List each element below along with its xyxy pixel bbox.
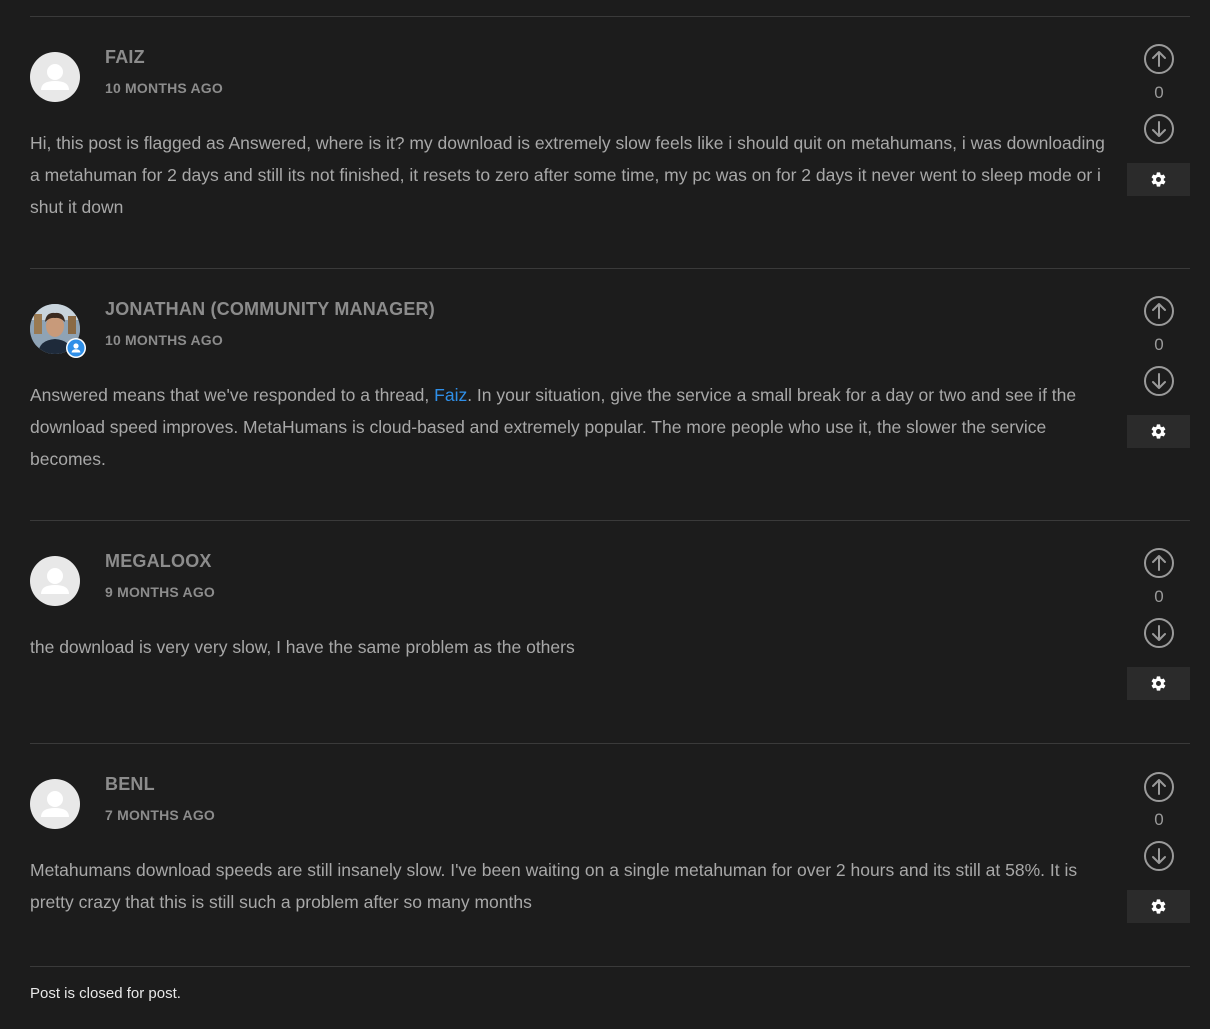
comment-options-button[interactable] [1127, 163, 1190, 196]
default-user-icon[interactable] [30, 556, 80, 606]
comment-body: Metahumans download speeds are still ins… [30, 860, 1078, 912]
vote-count: 0 [1154, 335, 1164, 354]
divider [30, 268, 1190, 269]
comment-thread: FAIZ 10 MONTHS AGO Hi, this post is flag… [0, 0, 1210, 1029]
comment-options-button[interactable] [1127, 667, 1190, 700]
vote-count: 0 [1154, 587, 1164, 606]
divider [30, 16, 1190, 17]
post-closed-notice: Post is closed for post. [30, 985, 181, 1002]
default-user-icon[interactable] [30, 52, 80, 102]
downvote-arrow-icon[interactable] [1143, 617, 1175, 649]
upvote-arrow-icon[interactable] [1143, 43, 1175, 75]
divider [30, 520, 1190, 521]
comment-author[interactable]: FAIZ [105, 47, 145, 68]
vote-count: 0 [1154, 83, 1164, 102]
vote-count: 0 [1154, 810, 1164, 829]
downvote-arrow-icon[interactable] [1143, 113, 1175, 145]
comment-timestamp: 10 MONTHS AGO [105, 80, 223, 96]
comment-timestamp: 10 MONTHS AGO [105, 332, 223, 348]
downvote-arrow-icon[interactable] [1143, 840, 1175, 872]
gear-icon [1151, 424, 1166, 439]
staff-badge-icon [66, 338, 86, 358]
upvote-arrow-icon[interactable] [1143, 295, 1175, 327]
comment-body: Hi, this post is flagged as Answered, wh… [30, 133, 1105, 217]
gear-icon [1151, 172, 1166, 187]
gear-icon [1151, 676, 1166, 691]
user-mention-link[interactable]: Faiz [434, 385, 467, 405]
user-avatar[interactable] [30, 304, 86, 358]
comment-author[interactable]: JONATHAN (COMMUNITY MANAGER) [105, 299, 435, 320]
gear-icon [1151, 899, 1166, 914]
default-user-icon[interactable] [30, 779, 80, 829]
comment-text: Answered means that we've responded to a… [30, 385, 435, 405]
upvote-arrow-icon[interactable] [1143, 547, 1175, 579]
comment-author[interactable]: MEGALOOX [105, 551, 212, 572]
comment-author[interactable]: BENL [105, 774, 155, 795]
divider [30, 743, 1190, 744]
upvote-arrow-icon[interactable] [1143, 771, 1175, 803]
comment-body: the download is very very slow, I have t… [30, 637, 575, 657]
comment-options-button[interactable] [1127, 890, 1190, 923]
comment-body: Answered means that we've responded to a… [30, 379, 1105, 475]
comment-timestamp: 7 MONTHS AGO [105, 807, 215, 823]
downvote-arrow-icon[interactable] [1143, 365, 1175, 397]
divider [30, 966, 1190, 967]
comment-timestamp: 9 MONTHS AGO [105, 584, 215, 600]
comment-options-button[interactable] [1127, 415, 1190, 448]
